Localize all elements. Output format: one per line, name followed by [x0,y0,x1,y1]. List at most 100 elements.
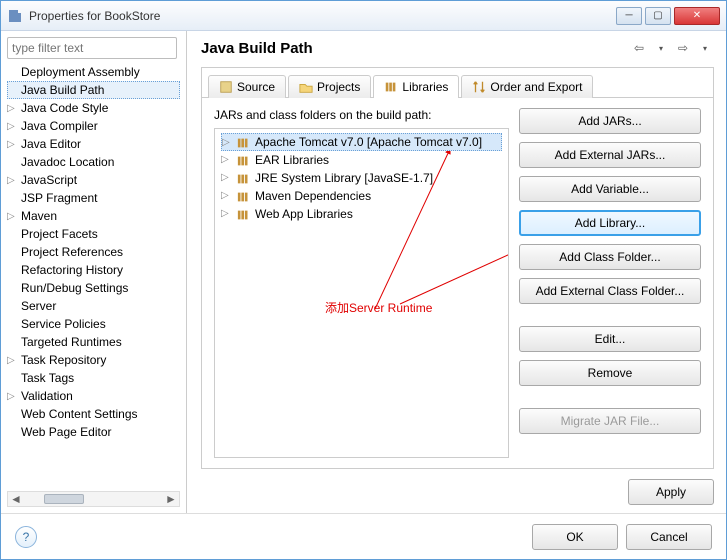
tab-bar: Source Projects Libraries Order and Export [202,68,713,98]
sidebar-item-task-tags[interactable]: Task Tags [7,369,180,387]
library-item[interactable]: ▷Apache Tomcat v7.0 [Apache Tomcat v7.0] [221,133,502,151]
sidebar-item-label: Java Editor [21,137,81,151]
source-icon [219,80,233,94]
sidebar-item-validation[interactable]: ▷ Validation [7,387,180,405]
sidebar-item-project-references[interactable]: Project References [7,243,180,261]
sidebar-item-label: Web Content Settings [21,407,138,421]
tab-label: Source [237,80,275,94]
sidebar-item-label: Java Build Path [21,83,104,97]
tab-source[interactable]: Source [208,75,286,98]
category-tree[interactable]: Deployment Assembly Java Build Path ▷ Java … [7,63,180,491]
tab-projects[interactable]: Projects [288,75,371,98]
tab-label: Libraries [402,80,448,94]
sidebar-item-javadoc-location[interactable]: Javadoc Location [7,153,180,171]
migrate-jar-button: Migrate JAR File... [519,408,701,434]
tab-libraries[interactable]: Libraries [373,75,459,98]
expand-icon[interactable]: ▷ [221,172,229,183]
library-icon [237,137,251,149]
expand-icon[interactable]: ▷ [222,137,230,148]
back-button[interactable]: ⇦ [630,39,648,57]
sidebar-item-label: Project References [21,245,123,259]
expand-icon[interactable]: ▷ [7,103,15,114]
forward-button[interactable]: ⇨ [674,39,692,57]
sidebar-item-targeted-runtimes[interactable]: Targeted Runtimes [7,333,180,351]
expand-icon[interactable]: ▷ [221,190,229,201]
tab-order-and-export[interactable]: Order and Export [461,75,593,98]
back-menu-icon[interactable]: ▾ [652,39,670,57]
sidebar-item-label: Maven [21,209,57,223]
sidebar-item-web-content-settings[interactable]: Web Content Settings [7,405,180,423]
sidebar-item-label: Javadoc Location [21,155,114,169]
library-item[interactable]: ▷Maven Dependencies [221,187,502,205]
dialog-footer: ? OK Cancel [1,513,726,559]
sidebar-item-project-facets[interactable]: Project Facets [7,225,180,243]
expand-icon[interactable]: ▷ [7,175,15,186]
sidebar-item-java-editor[interactable]: ▷ Java Editor [7,135,180,153]
sidebar-item-run-debug-settings[interactable]: Run/Debug Settings [7,279,180,297]
sidebar-item-java-build-path[interactable]: Java Build Path [7,81,180,99]
add-variable-button[interactable]: Add Variable... [519,176,701,202]
expand-icon[interactable]: ▷ [7,211,15,222]
expand-icon[interactable]: ▷ [221,154,229,165]
sidebar-item-javascript[interactable]: ▷ JavaScript [7,171,180,189]
library-item[interactable]: ▷ EAR Libraries [221,151,502,169]
add-jars-button[interactable]: Add JARs... [519,108,701,134]
cancel-button[interactable]: Cancel [626,524,712,550]
sidebar-item-jsp-fragment[interactable]: JSP Fragment [7,189,180,207]
sidebar-item-refactoring-history[interactable]: Refactoring History [7,261,180,279]
sidebar-item-label: JavaScript [21,173,77,187]
sidebar-item-label: Web Page Editor [21,425,112,439]
library-item[interactable]: ▷JRE System Library [JavaSE-1.7] [221,169,502,187]
help-icon[interactable]: ? [15,526,37,548]
sidebar-item-label: Java Code Style [21,101,108,115]
close-button[interactable]: ✕ [674,7,720,25]
library-item[interactable]: ▷ Web App Libraries [221,205,502,223]
expand-icon[interactable]: ▷ [7,391,15,402]
expand-icon[interactable]: ▷ [7,121,15,132]
order-icon [472,80,486,94]
scroll-right-icon[interactable]: ► [163,492,179,506]
expand-icon[interactable]: ▷ [7,355,15,366]
sidebar-item-label: Deployment Assembly [21,65,140,79]
sidebar-item-service-policies[interactable]: Service Policies [7,315,180,333]
add-library-button[interactable]: Add Library... [519,210,701,236]
sidebar-item-label: Validation [21,389,73,403]
content-box: SourceProjectsLibrariesOrder and Export … [201,67,714,469]
library-icon [237,173,251,185]
apply-button[interactable]: Apply [628,479,714,505]
add-external-jars-button[interactable]: Add External JARs... [519,142,701,168]
sidebar-item-maven[interactable]: ▷ Maven [7,207,180,225]
tab-label: Projects [317,80,360,94]
library-label: Web App Libraries [255,207,353,221]
scroll-thumb[interactable] [44,494,84,504]
add-class-folder-button[interactable]: Add Class Folder... [519,244,701,270]
maximize-button[interactable]: ▢ [645,7,671,25]
sidebar-item-java-code-style[interactable]: ▷ Java Code Style [7,99,180,117]
remove-button[interactable]: Remove [519,360,701,386]
sidebar-item-task-repository[interactable]: ▷Task Repository [7,351,180,369]
libraries-tree[interactable]: 添加Server Runtime ▷Apache Tomcat v7.0 [Ap… [214,128,509,458]
horizontal-scrollbar[interactable]: ◄ ► [7,491,180,507]
sidebar-item-label: JSP Fragment [21,191,97,205]
sidebar-item-label: Java Compiler [21,119,98,133]
expand-icon[interactable]: ▷ [221,208,229,219]
libraries-icon [384,80,398,94]
libraries-tab-content: JARs and class folders on the build path… [202,98,713,468]
ok-button[interactable]: OK [532,524,618,550]
sidebar-item-java-compiler[interactable]: ▷ Java Compiler [7,117,180,135]
filter-input[interactable] [7,37,177,59]
sidebar-item-label: Service Policies [21,317,106,331]
minimize-button[interactable]: ─ [616,7,642,25]
forward-menu-icon[interactable]: ▾ [696,39,714,57]
sidebar-item-server[interactable]: Server [7,297,180,315]
library-label: EAR Libraries [255,153,329,167]
scroll-left-icon[interactable]: ◄ [8,492,24,506]
add-external-class-folder-button[interactable]: Add External Class Folder... [519,278,701,304]
page-title: Java Build Path [201,40,313,57]
sidebar-item-label: Run/Debug Settings [21,281,128,295]
edit-button[interactable]: Edit... [519,326,701,352]
expand-icon[interactable]: ▷ [7,139,15,150]
window-title: Properties for BookStore [29,9,160,23]
sidebar-item-web-page-editor[interactable]: Web Page Editor [7,423,180,441]
sidebar-item-deployment-assembly[interactable]: Deployment Assembly [7,63,180,81]
